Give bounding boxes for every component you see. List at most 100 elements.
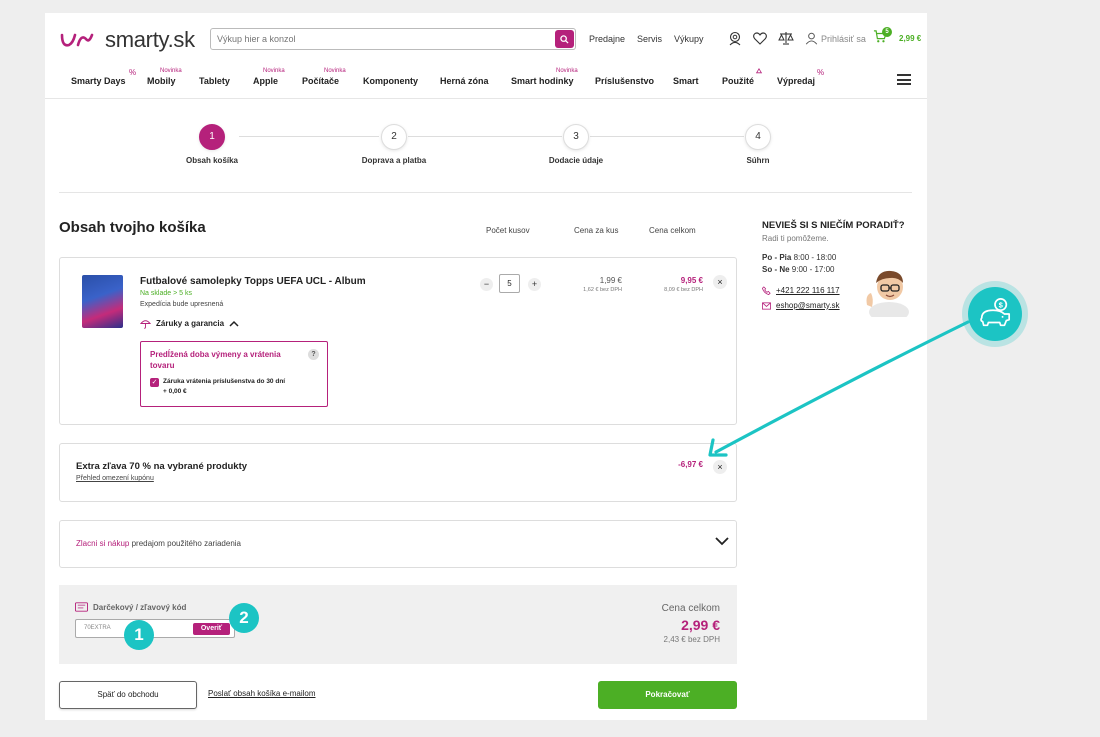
resale-link[interactable]: Zlacni si nákup xyxy=(76,539,129,548)
coupon-restrictions-link[interactable]: Přehled omezení kupónu xyxy=(76,475,154,482)
chevron-up-icon xyxy=(229,320,239,327)
resale-text: Zlacni si nákup predajom použitého zaria… xyxy=(76,539,241,548)
hours-weekend: So - Ne 9:00 - 17:00 xyxy=(762,265,834,274)
step-1-label: Obsah košíka xyxy=(185,156,239,165)
step-4[interactable]: 4 xyxy=(745,124,771,150)
login-label: Prihlásiť sa xyxy=(821,33,866,44)
logo[interactable]: smarty.sk xyxy=(59,27,195,53)
quantity-input[interactable]: 5 xyxy=(499,274,520,293)
umbrella-icon xyxy=(140,320,151,329)
column-header-total: Cena celkom xyxy=(649,226,696,235)
grand-total-net: 2,43 € bez DPH xyxy=(663,635,720,644)
coupon-row xyxy=(59,443,737,502)
nav-badge-novinka: Novinka xyxy=(556,68,578,74)
hours-weekday: Po - Pia 8:00 - 18:00 xyxy=(762,253,836,262)
step-connector xyxy=(590,136,744,137)
remove-item-button[interactable]: × xyxy=(713,275,727,289)
step-connector xyxy=(239,136,379,137)
extended-return-checkbox[interactable]: ✓ xyxy=(150,378,159,387)
search-button[interactable] xyxy=(555,30,574,48)
menu-icon[interactable] xyxy=(897,74,911,85)
nav-tablety[interactable]: Tablety xyxy=(199,76,230,86)
svg-text:$: $ xyxy=(999,300,1004,309)
product-title[interactable]: Futbalové samolepky Topps UEFA UCL - Alb… xyxy=(140,276,366,287)
nav-smarty-days[interactable]: Smarty Days xyxy=(71,76,126,86)
link-predajne[interactable]: Predajne xyxy=(589,34,625,44)
phone-link[interactable]: +421 222 116 117 xyxy=(762,286,840,295)
hours-weekday-time: 8:00 - 18:00 xyxy=(791,253,837,262)
nav-pouzite[interactable]: Použité xyxy=(722,76,754,86)
nav-smart[interactable]: Smart xyxy=(673,76,699,86)
phone-number: +421 222 116 117 xyxy=(776,286,840,295)
grand-total-label: Cena celkom xyxy=(661,603,720,614)
nav-percent-badge: % xyxy=(817,68,825,77)
resale-suffix: predajom použitého zariadenia xyxy=(129,539,241,548)
back-to-shop-button[interactable]: Späť do obchodu xyxy=(59,681,197,709)
step-2[interactable]: 2 xyxy=(381,124,407,150)
nav-badge-novinka: Novinka xyxy=(324,68,346,74)
nav-vypredaj[interactable]: Výpredaj xyxy=(777,76,815,86)
nav-badge-novinka: Novinka xyxy=(160,68,182,74)
link-servis[interactable]: Servis xyxy=(637,34,662,44)
extended-return-box: Predĺžená doba výmeny a vrátenia tovaru … xyxy=(140,341,328,407)
warranty-toggle[interactable]: Záruky a garancia xyxy=(140,318,239,329)
annotation-arrow xyxy=(708,320,970,457)
step-1[interactable]: 1 xyxy=(199,124,225,150)
page-title: Obsah tvojho košíka xyxy=(59,219,206,236)
header-divider xyxy=(45,98,927,99)
discount-code-value: 70EXTRA xyxy=(84,625,111,631)
logo-icon xyxy=(60,33,94,47)
extended-return-price: + 0,00 € xyxy=(163,388,187,395)
help-subtitle: Radi ti pomôžeme. xyxy=(762,234,829,243)
column-header-qty: Počet kusov xyxy=(486,226,530,235)
step-4-label: Súhrn xyxy=(746,156,770,165)
column-header-unit-price: Cena za kus xyxy=(574,226,619,235)
user-icon xyxy=(805,32,818,45)
help-icon[interactable]: ? xyxy=(308,349,319,360)
nav-apple[interactable]: Apple xyxy=(253,76,278,86)
stepper-divider xyxy=(59,192,912,193)
nav-pocitace[interactable]: Počítače xyxy=(302,76,339,86)
cart-count-badge: 5 xyxy=(882,27,892,37)
extended-return-option: Záruka vrátenia príslušenstva do 30 dní xyxy=(163,378,286,385)
search-box xyxy=(210,28,576,50)
heart-icon[interactable] xyxy=(752,30,768,46)
compare-icon[interactable] xyxy=(778,30,794,46)
step-connector xyxy=(408,136,562,137)
unit-price-net: 1,62 € bez DPH xyxy=(583,287,622,293)
nav-prislusenstvo[interactable]: Príslušenstvo xyxy=(595,76,654,86)
continue-button[interactable]: Pokračovať xyxy=(598,681,737,709)
support-icon[interactable] xyxy=(727,30,743,46)
search-input[interactable] xyxy=(211,29,541,49)
nav-smart-hodinky[interactable]: Smart hodinky xyxy=(511,76,574,86)
coupon-discount: -6,97 € xyxy=(678,460,703,469)
piggy-bank-icon: $ xyxy=(980,298,1011,327)
annotation-marker-2: 2 xyxy=(229,603,259,633)
extended-return-title: Predĺžená doba výmeny a vrátenia tovaru xyxy=(150,350,281,370)
nav-percent-badge: % xyxy=(129,68,137,77)
help-title: NEVIEŠ SI S NIEČÍM PORADIŤ? xyxy=(762,220,905,231)
coupon-title: Extra zľava 70 % na vybrané produkty xyxy=(76,461,248,472)
link-vykupy[interactable]: Výkupy xyxy=(674,34,704,44)
email-cart-link[interactable]: Poslať obsah košíka e-mailom xyxy=(208,689,316,698)
verify-code-button[interactable]: Overiť xyxy=(193,623,230,635)
product-image[interactable] xyxy=(82,275,123,328)
voucher-icon xyxy=(75,602,88,612)
cart-button[interactable]: 5 2,99 € xyxy=(873,27,922,43)
nav-herna-zona[interactable]: Herná zóna xyxy=(440,76,489,86)
piggy-bank-badge: $ xyxy=(962,281,1028,347)
hours-weekday-days: Po - Pia xyxy=(762,253,792,262)
expedition-info: Expedícia bude upresnená xyxy=(140,301,224,308)
cart-price: 2,99 € xyxy=(899,34,922,43)
nav-komponenty[interactable]: Komponenty xyxy=(363,76,418,86)
warranty-label: Záruky a garancia xyxy=(156,319,225,328)
qty-increase-button[interactable]: + xyxy=(528,278,541,291)
step-2-label: Doprava a platba xyxy=(361,156,427,165)
step-3[interactable]: 3 xyxy=(563,124,589,150)
chevron-down-icon[interactable] xyxy=(715,536,729,546)
login-link[interactable]: Prihlásiť sa xyxy=(805,32,866,45)
nav-mobily[interactable]: Mobily xyxy=(147,76,176,86)
annotation-marker-1: 1 xyxy=(124,620,154,650)
hours-weekend-days: So - Ne xyxy=(762,265,790,274)
qty-decrease-button[interactable]: − xyxy=(480,278,493,291)
